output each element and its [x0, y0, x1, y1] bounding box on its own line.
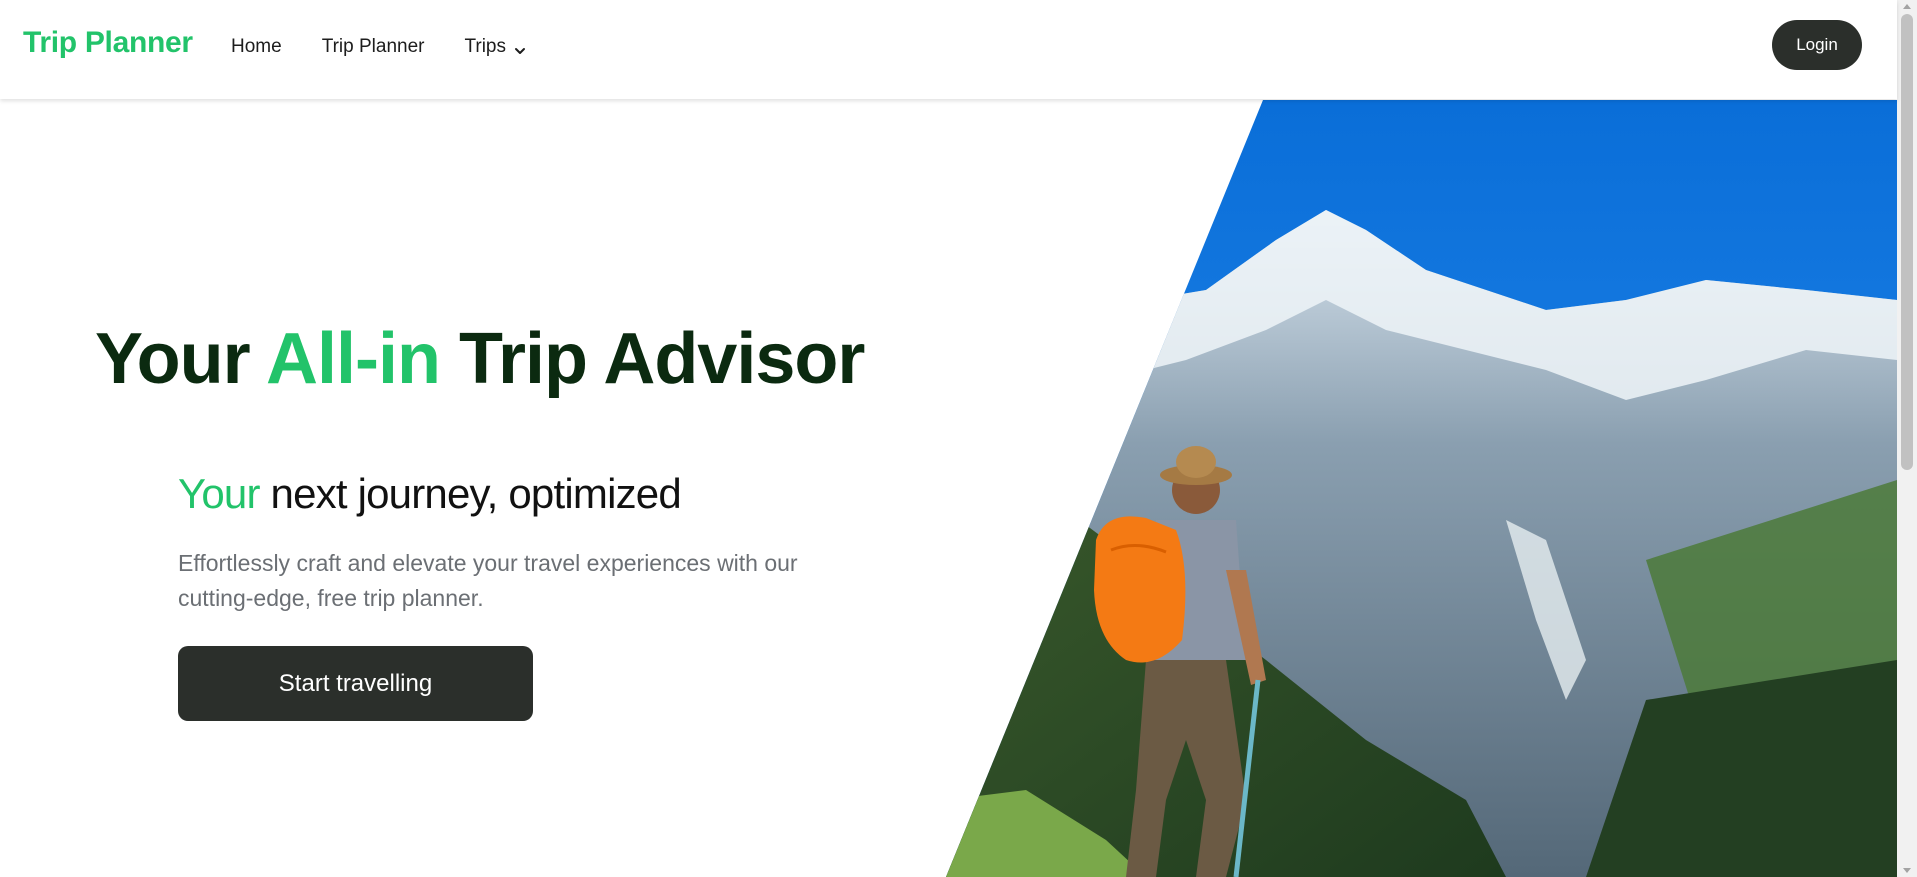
start-travelling-button[interactable]: Start travelling	[178, 646, 533, 721]
nav-item-label: Trip Planner	[321, 36, 425, 57]
brand-logo[interactable]: Trip Planner	[23, 26, 193, 60]
hero-title: Your All-in Trip Advisor	[95, 318, 865, 400]
nav-item-label: Trips	[464, 36, 507, 57]
hero-title-part1: Your	[95, 319, 266, 399]
scroll-up-arrow-icon[interactable]	[1903, 4, 1911, 9]
login-button[interactable]: Login	[1772, 20, 1862, 70]
nav-item-label: Home	[231, 36, 282, 57]
scroll-down-arrow-icon[interactable]	[1903, 868, 1911, 873]
page-scrollbar[interactable]	[1897, 0, 1917, 877]
nav-item-trips-dropdown[interactable]: Trips	[464, 36, 526, 58]
hero-subtitle-rest: next journey, optimized	[259, 470, 682, 517]
nav-item-trip-planner[interactable]: Trip Planner	[322, 36, 425, 58]
chevron-down-icon	[514, 41, 526, 54]
top-navbar: Trip Planner Home Trip Planner Trips Log…	[0, 0, 1897, 99]
hero-title-accent: All-in	[266, 319, 441, 399]
main-nav: Home Trip Planner Trips	[231, 36, 566, 58]
scrollbar-thumb[interactable]	[1901, 14, 1913, 470]
nav-item-home[interactable]: Home	[231, 36, 282, 58]
hero-description: Effortlessly craft and elevate your trav…	[178, 550, 798, 611]
hero-mountain-hiker-image	[946, 100, 1897, 877]
hero-subtitle: Your next journey, optimized	[178, 470, 682, 518]
hero-title-part2: Trip Advisor	[439, 319, 865, 399]
hero-subtitle-accent: Your	[178, 470, 260, 517]
